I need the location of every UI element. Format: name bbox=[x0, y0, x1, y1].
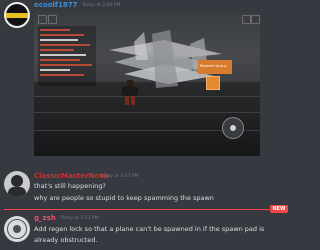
roblox-menu-icon[interactable] bbox=[38, 15, 47, 24]
new-messages-badge: NEW bbox=[270, 205, 288, 213]
avatar-body bbox=[8, 187, 26, 197]
chat-line bbox=[40, 59, 80, 61]
chat-line bbox=[40, 44, 90, 46]
chat-line bbox=[40, 34, 84, 36]
chat-line bbox=[40, 74, 84, 76]
game-settings-icon[interactable] bbox=[242, 15, 251, 24]
chat-toggle-icon[interactable] bbox=[48, 15, 57, 24]
chat-line bbox=[40, 64, 92, 66]
chat-line bbox=[40, 54, 86, 56]
message-username[interactable]: g_zsh bbox=[34, 214, 56, 222]
avatar-logo-center bbox=[13, 225, 21, 233]
runway-line bbox=[34, 112, 260, 113]
game-screenshot-attachment[interactable]: Redeem to buy bbox=[34, 12, 260, 156]
message-timestamp: Today at 2:46 PM bbox=[82, 3, 121, 8]
message-text: that's still happening? bbox=[34, 182, 106, 190]
user-avatar-ecoolf1877[interactable] bbox=[4, 2, 30, 28]
jump-button-dot bbox=[230, 125, 236, 131]
chat-line bbox=[40, 69, 70, 71]
avatar-band bbox=[6, 13, 28, 18]
redeem-shop-banner: Redeem to buy bbox=[198, 60, 232, 74]
message-timestamp: Today at 2:47 PM bbox=[100, 174, 139, 179]
message-text: Add regen lock so that a plane can't be … bbox=[34, 225, 265, 233]
message-text: already obstructed. bbox=[34, 236, 98, 244]
chat-line bbox=[40, 29, 70, 31]
message-username[interactable]: ecoolf1877 bbox=[34, 1, 77, 9]
player-avatar-character bbox=[122, 80, 138, 105]
runway-line bbox=[34, 96, 260, 97]
game-menu-icon[interactable] bbox=[251, 15, 260, 24]
chat-line bbox=[40, 39, 78, 41]
message-timestamp: Today at 3:53 PM bbox=[60, 216, 99, 221]
message-username[interactable]: ClassicMasterNoob bbox=[34, 172, 109, 180]
message-text: why are people so stupid to keep spammin… bbox=[34, 194, 214, 202]
user-avatar-g-zsh[interactable] bbox=[4, 216, 30, 242]
redeem-shop-button[interactable] bbox=[206, 76, 220, 90]
chat-line bbox=[40, 49, 74, 51]
avatar-head bbox=[11, 175, 23, 187]
jump-button[interactable] bbox=[222, 117, 244, 139]
game-chat-log bbox=[38, 26, 96, 86]
user-avatar-classicmasternoob[interactable] bbox=[4, 171, 30, 197]
new-messages-divider bbox=[4, 209, 270, 210]
redeem-shop-label: Redeem to buy bbox=[200, 64, 227, 68]
redeem-shop-widget[interactable]: Redeem to buy bbox=[198, 60, 232, 90]
